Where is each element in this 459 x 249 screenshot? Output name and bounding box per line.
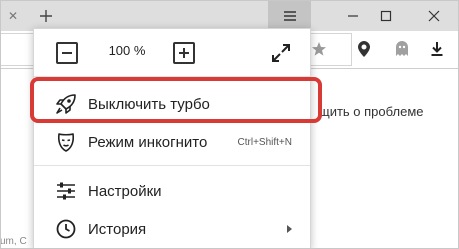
- zoom-out-button[interactable]: [56, 42, 78, 64]
- new-tab-button[interactable]: [32, 0, 60, 31]
- menu-item-turbo[interactable]: Выключить турбо: [34, 85, 310, 123]
- maximize-icon: [380, 10, 392, 21]
- incognito-mask-icon: [54, 130, 78, 154]
- menu-item-settings[interactable]: Настройки: [34, 172, 310, 210]
- fullscreen-icon[interactable]: [270, 42, 292, 64]
- menu-item-label: История: [88, 220, 147, 238]
- menu-divider: [34, 165, 310, 166]
- hamburger-icon: [283, 10, 296, 21]
- menu-item-history[interactable]: История: [34, 210, 310, 248]
- menu-item-incognito[interactable]: Режим инкогнито Ctrl+Shift+N: [34, 123, 310, 161]
- protect-shield-icon[interactable]: [353, 38, 375, 60]
- menu-item-label: Настройки: [88, 182, 162, 200]
- browser-menu: 100 % Выключить турбо Режим инкогнито Ct…: [33, 28, 311, 249]
- settings-sliders-icon: [54, 179, 78, 203]
- minimize-icon: [348, 14, 358, 17]
- history-clock-icon: [54, 217, 78, 241]
- browser-menu-button[interactable]: [268, 0, 311, 31]
- title-bar: ✕: [0, 0, 459, 31]
- plus-icon: [40, 9, 52, 22]
- zoom-in-button[interactable]: [173, 42, 195, 64]
- tab-close-icon[interactable]: ✕: [2, 0, 24, 31]
- submenu-arrow-icon: [287, 225, 292, 233]
- download-icon[interactable]: [426, 38, 448, 60]
- report-problem-link[interactable]: щить о проблеме: [319, 104, 423, 119]
- window-maximize-button[interactable]: [371, 0, 401, 31]
- bookmark-star-icon[interactable]: [308, 38, 330, 60]
- menu-item-label: Выключить турбо: [88, 95, 210, 113]
- window-close-button[interactable]: [419, 0, 449, 31]
- zoom-level: 100 %: [108, 43, 146, 58]
- menu-item-label: Режим инкогнито: [88, 133, 208, 151]
- rocket-icon: [54, 92, 78, 116]
- ghost-extension-icon[interactable]: [391, 38, 413, 60]
- zoom-controls: 100 %: [34, 29, 310, 77]
- window-minimize-button[interactable]: [338, 0, 368, 31]
- shortcut-hint: Ctrl+Shift+N: [237, 136, 292, 148]
- close-icon: [428, 10, 440, 21]
